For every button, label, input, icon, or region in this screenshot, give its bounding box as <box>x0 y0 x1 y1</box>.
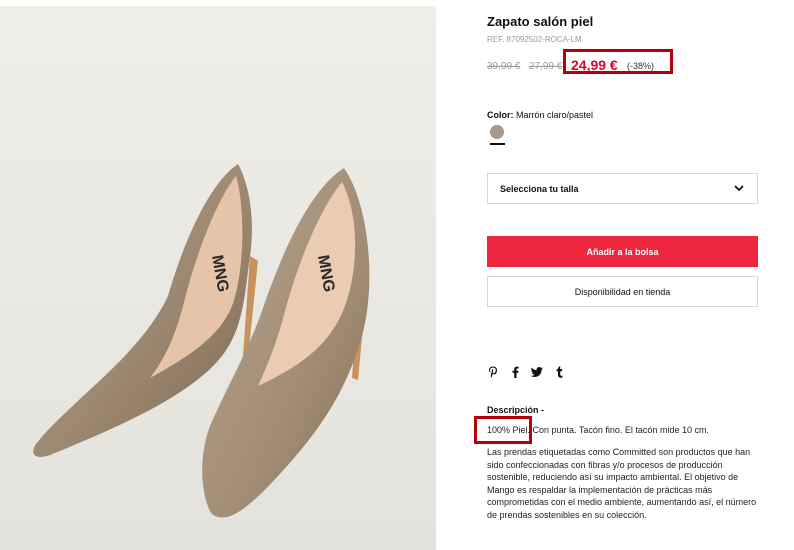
tumblr-icon[interactable] <box>553 365 565 379</box>
color-value: Marrón claro/pastel <box>516 110 594 120</box>
product-title: Zapato salón piel <box>487 14 594 29</box>
product-image[interactable]: MNG MNG <box>0 6 436 550</box>
color-label: Color: <box>487 110 514 120</box>
original-price-2: 27,99 € <box>529 61 563 72</box>
product-info-panel: Zapato salón piel REF. 87092502-ROCA-LM … <box>474 0 777 550</box>
pinterest-icon[interactable] <box>487 365 499 379</box>
facebook-icon[interactable] <box>509 365 521 379</box>
product-reference: REF. 87092502-ROCA-LM <box>487 35 582 44</box>
shoes-illustration: MNG MNG <box>0 6 436 550</box>
swatch-selected-indicator <box>490 143 505 145</box>
color-swatch[interactable] <box>490 125 504 139</box>
discount-badge: (-38%) <box>627 61 655 71</box>
description-title[interactable]: Descripción - <box>487 405 544 415</box>
composition-highlight-box <box>474 416 532 444</box>
social-share-bar <box>487 365 565 379</box>
description-body: Las prendas etiquetadas como Committed s… <box>487 447 757 520</box>
twitter-icon[interactable] <box>531 365 543 379</box>
color-info: Color: Marrón claro/pastel <box>487 110 593 120</box>
add-to-bag-button[interactable]: Añadir a la bolsa <box>487 236 758 267</box>
original-price-1: 39,99 € <box>487 61 521 72</box>
current-price: 24,99 € <box>571 57 618 73</box>
size-select-label: Selecciona tu talla <box>500 184 579 194</box>
chevron-down-icon <box>734 185 744 192</box>
size-select[interactable]: Selecciona tu talla <box>487 173 758 204</box>
store-availability-button[interactable]: Disponibilidad en tienda <box>487 276 758 307</box>
